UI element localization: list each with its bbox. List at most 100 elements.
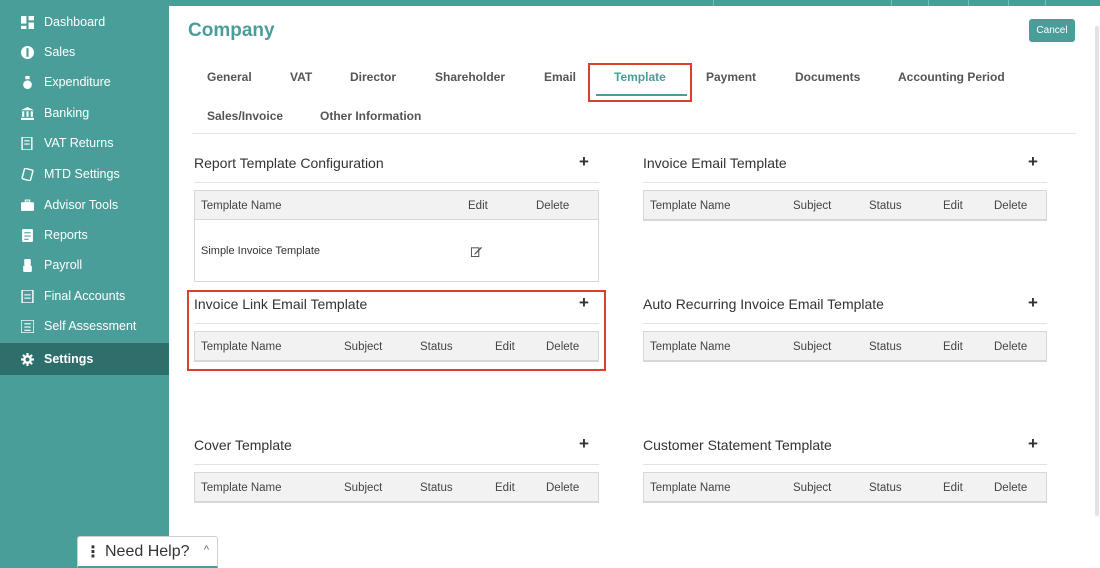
column-header-delete: Delete (546, 481, 580, 494)
sidebar-item-settings[interactable]: Settings (0, 343, 169, 375)
sidebar-item-label: Advisor Tools (44, 198, 119, 212)
sidebar-item-label: MTD Settings (44, 167, 120, 181)
bank-icon (20, 106, 34, 120)
column-header-template-name: Template Name (201, 340, 282, 353)
column-header-status: Status (869, 481, 902, 494)
tab-director[interactable]: Director (350, 67, 396, 87)
template-name-cell: Simple Invoice Template (201, 245, 321, 257)
tab-vat[interactable]: VAT (290, 67, 312, 87)
sidebar: Dashboard Sales Expenditure Banking VAT … (0, 0, 169, 568)
add-report-template-button[interactable]: + (579, 153, 589, 170)
section-title: Auto Recurring Invoice Email Template (643, 296, 884, 312)
scrollbar-thumb[interactable] (1095, 26, 1099, 516)
table-header: Template Name Subject Status Edit Delete (195, 473, 598, 502)
cover-template-table: Template Name Subject Status Edit Delete (194, 472, 599, 503)
section-title: Customer Statement Template (643, 437, 832, 453)
column-header-delete: Delete (536, 199, 570, 212)
add-cover-template-button[interactable]: + (579, 435, 589, 452)
sidebar-item-advisor-tools[interactable]: Advisor Tools (0, 190, 169, 220)
sidebar-item-label: VAT Returns (44, 136, 114, 150)
table-header: Template Name Subject Status Edit Delete (644, 332, 1046, 361)
mtd-settings-icon (20, 167, 34, 181)
gear-icon (20, 352, 34, 366)
final-accounts-icon (20, 289, 34, 303)
column-header-delete: Delete (546, 340, 580, 353)
tab-accounting-period[interactable]: Accounting Period (898, 67, 1005, 87)
sidebar-item-expenditure[interactable]: Expenditure (0, 67, 169, 97)
section-title: Cover Template (194, 437, 292, 453)
self-assessment-icon (20, 319, 34, 333)
sidebar-item-vat-returns[interactable]: VAT Returns (0, 128, 169, 158)
sidebar-item-label: Settings (44, 352, 94, 366)
section-divider (643, 464, 1047, 465)
column-header-edit: Edit (943, 340, 963, 353)
sidebar-item-label: Reports (44, 228, 88, 242)
tab-other-information[interactable]: Other Information (320, 106, 421, 126)
add-invoice-link-email-template-button[interactable]: + (579, 294, 589, 311)
sales-icon (20, 45, 34, 59)
column-header-delete: Delete (994, 199, 1028, 212)
column-header-template-name: Template Name (650, 481, 731, 494)
sidebar-item-mtd-settings[interactable]: MTD Settings (0, 159, 169, 189)
briefcase-icon (20, 198, 34, 212)
tab-documents[interactable]: Documents (795, 67, 860, 87)
tab-general[interactable]: General (207, 67, 252, 87)
edit-icon[interactable] (471, 242, 485, 260)
table-header: Template Name Subject Status Edit Delete (195, 332, 598, 361)
section-title: Invoice Email Template (643, 155, 787, 171)
main-content: Company Cancel General VAT Director Shar… (169, 6, 1094, 568)
section-divider (194, 182, 599, 183)
cancel-button[interactable]: Cancel (1029, 19, 1075, 42)
tab-email[interactable]: Email (544, 67, 576, 87)
column-header-delete: Delete (994, 340, 1028, 353)
report-template-table: Template Name Edit Delete Simple Invoice… (194, 190, 599, 282)
add-customer-statement-template-button[interactable]: + (1028, 435, 1038, 452)
sidebar-item-label: Banking (44, 106, 90, 120)
sidebar-item-label: Payroll (44, 258, 83, 272)
sidebar-item-reports[interactable]: Reports (0, 220, 169, 250)
scrollbar[interactable] (1094, 6, 1100, 568)
column-header-subject: Subject (344, 340, 383, 353)
invoice-email-table: Template Name Subject Status Edit Delete (643, 190, 1047, 221)
column-header-edit: Edit (943, 199, 963, 212)
page-title: Company (188, 20, 275, 41)
column-header-template-name: Template Name (201, 481, 282, 494)
tab-highlight-box (588, 63, 692, 102)
tabs-divider (192, 133, 1076, 134)
sidebar-item-final-accounts[interactable]: Final Accounts (0, 281, 169, 311)
column-header-subject: Subject (793, 481, 832, 494)
need-help-label: Need Help? (105, 542, 190, 560)
column-header-edit: Edit (468, 199, 488, 212)
tab-payment[interactable]: Payment (706, 67, 756, 87)
vat-returns-icon (20, 136, 34, 150)
table-header: Template Name Edit Delete (195, 191, 598, 220)
sidebar-item-dashboard[interactable]: Dashboard (0, 7, 169, 37)
column-header-subject: Subject (793, 340, 832, 353)
auto-recurring-table: Template Name Subject Status Edit Delete (643, 331, 1047, 362)
column-header-edit: Edit (495, 481, 515, 494)
expenditure-icon (20, 75, 34, 89)
add-auto-recurring-template-button[interactable]: + (1028, 294, 1038, 311)
drag-handle-icon[interactable]: ⋮ (85, 542, 101, 562)
sidebar-item-payroll[interactable]: Payroll (0, 250, 169, 280)
add-invoice-email-template-button[interactable]: + (1028, 153, 1038, 170)
section-divider (194, 464, 599, 465)
sidebar-item-sales[interactable]: Sales (0, 37, 169, 67)
tab-sales-invoice[interactable]: Sales/Invoice (207, 106, 283, 126)
sidebar-item-label: Self Assessment (44, 319, 137, 333)
need-help-widget[interactable]: ⋮ Need Help? ^ (77, 536, 218, 568)
section-divider (643, 323, 1047, 324)
payroll-icon (20, 258, 34, 272)
tab-shareholder[interactable]: Shareholder (435, 67, 505, 87)
invoice-link-email-table: Template Name Subject Status Edit Delete (194, 331, 599, 362)
column-header-subject: Subject (793, 199, 832, 212)
column-header-template-name: Template Name (201, 199, 282, 212)
app-root: Dashboard Sales Expenditure Banking VAT … (0, 0, 1100, 568)
sidebar-item-banking[interactable]: Banking (0, 98, 169, 128)
dashboard-icon (20, 15, 34, 29)
table-header: Template Name Subject Status Edit Delete (644, 473, 1046, 502)
chevron-up-icon[interactable]: ^ (204, 544, 209, 556)
sidebar-item-self-assessment[interactable]: Self Assessment (0, 311, 169, 341)
column-header-status: Status (420, 481, 453, 494)
column-header-delete: Delete (994, 481, 1028, 494)
